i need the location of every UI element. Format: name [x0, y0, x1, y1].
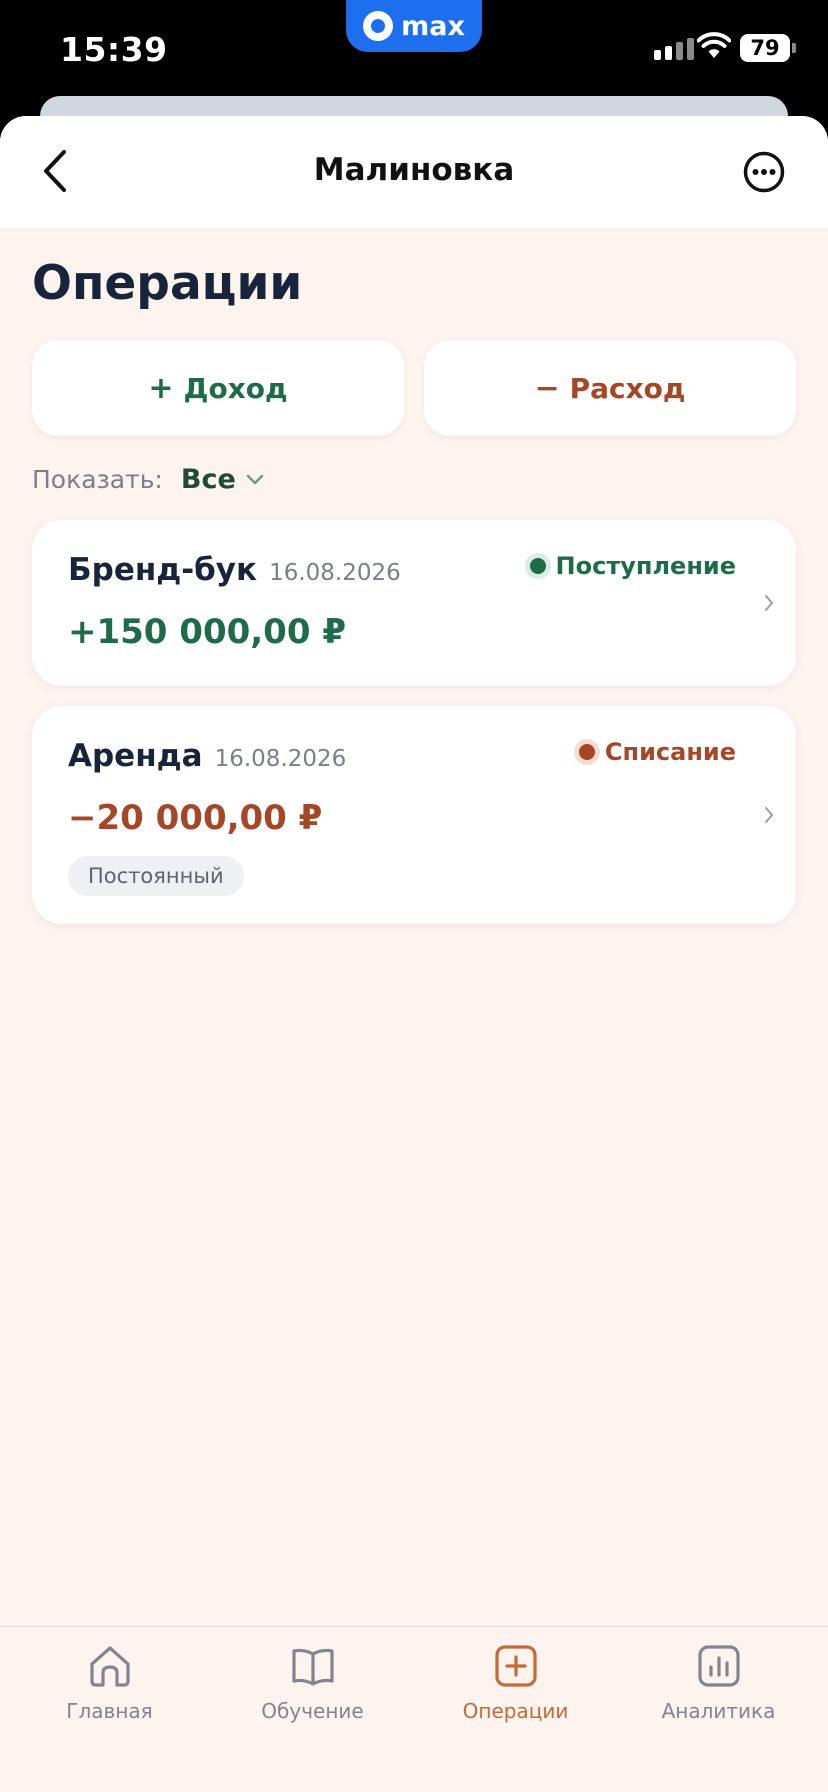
operation-date: 16.08.2026: [214, 746, 347, 772]
operation-name: Аренда: [68, 738, 203, 774]
status-dot-icon: [578, 744, 595, 760]
max-logo-icon: [363, 11, 394, 41]
more-horizontal-icon: [743, 151, 785, 193]
page-title: Операции: [32, 256, 303, 311]
cellular-signal-icon: [654, 38, 694, 60]
status-label: Поступление: [555, 552, 736, 580]
tab-label: Операции: [462, 1699, 569, 1723]
chevron-right-icon: [765, 807, 773, 823]
chevron-down-icon[interactable]: [246, 474, 264, 486]
add-expense-button[interactable]: − Расход: [424, 340, 796, 436]
operation-amount: +150 000,00 ₽: [68, 612, 346, 652]
home-icon: [89, 1646, 130, 1687]
filter-row: Показать: Все: [32, 464, 264, 495]
minus-icon: −: [534, 370, 560, 406]
operation-card[interactable]: Аренда 16.08.2026 Списание −20 000,00 ₽ П…: [32, 706, 796, 924]
app-title: Малиновка: [313, 152, 515, 188]
operation-card[interactable]: Бренд-бук 16.08.2026 Поступление +150 000…: [32, 520, 796, 686]
plus-icon: +: [148, 370, 174, 406]
tab-label: Аналитика: [661, 1699, 776, 1723]
app-indicator-label: max: [401, 10, 465, 42]
filter-label: Показать:: [32, 465, 163, 494]
operation-amount: −20 000,00 ₽: [68, 798, 323, 838]
app-indicator-pill: max: [346, 0, 482, 52]
status-badge: Списание: [578, 738, 736, 766]
wifi-icon: [696, 32, 732, 64]
status-time: 15:39: [60, 30, 168, 69]
book-icon: [291, 1648, 334, 1686]
more-button[interactable]: [742, 150, 786, 194]
operation-name-row: Аренда 16.08.2026: [68, 738, 346, 774]
operation-name: Бренд-бук: [68, 552, 258, 588]
plus-square-icon: [494, 1645, 537, 1687]
app-header: Малиновка: [0, 116, 828, 227]
add-income-button[interactable]: + Доход: [32, 340, 404, 436]
bar-chart-icon: [697, 1645, 740, 1687]
status-badge: Поступление: [529, 552, 736, 580]
status-label: Списание: [604, 738, 736, 766]
operation-name-row: Бренд-бук 16.08.2026: [68, 552, 401, 588]
bottom-tab-bar: Главная Обучение Операции Аналитика: [0, 1626, 828, 1792]
app-sheet: Малиновка Операции + Доход − Расход Пока…: [0, 116, 828, 1792]
tab-analytics[interactable]: Аналитика: [615, 1627, 822, 1757]
tab-operations[interactable]: Операции: [412, 1627, 619, 1757]
tab-home[interactable]: Главная: [6, 1627, 213, 1757]
operation-date: 16.08.2026: [269, 560, 401, 586]
add-expense-label: Расход: [569, 371, 686, 405]
tab-label: Главная: [66, 1699, 153, 1723]
tab-label: Обучение: [261, 1699, 364, 1723]
tab-learning[interactable]: Обучение: [209, 1627, 416, 1757]
status-dot-icon: [529, 558, 546, 574]
filter-dropdown[interactable]: Все: [181, 464, 236, 495]
recurring-tag: Постоянный: [68, 856, 244, 896]
add-income-label: Доход: [183, 371, 288, 405]
battery-indicator: 79: [740, 34, 796, 62]
chevron-right-icon: [765, 595, 773, 611]
